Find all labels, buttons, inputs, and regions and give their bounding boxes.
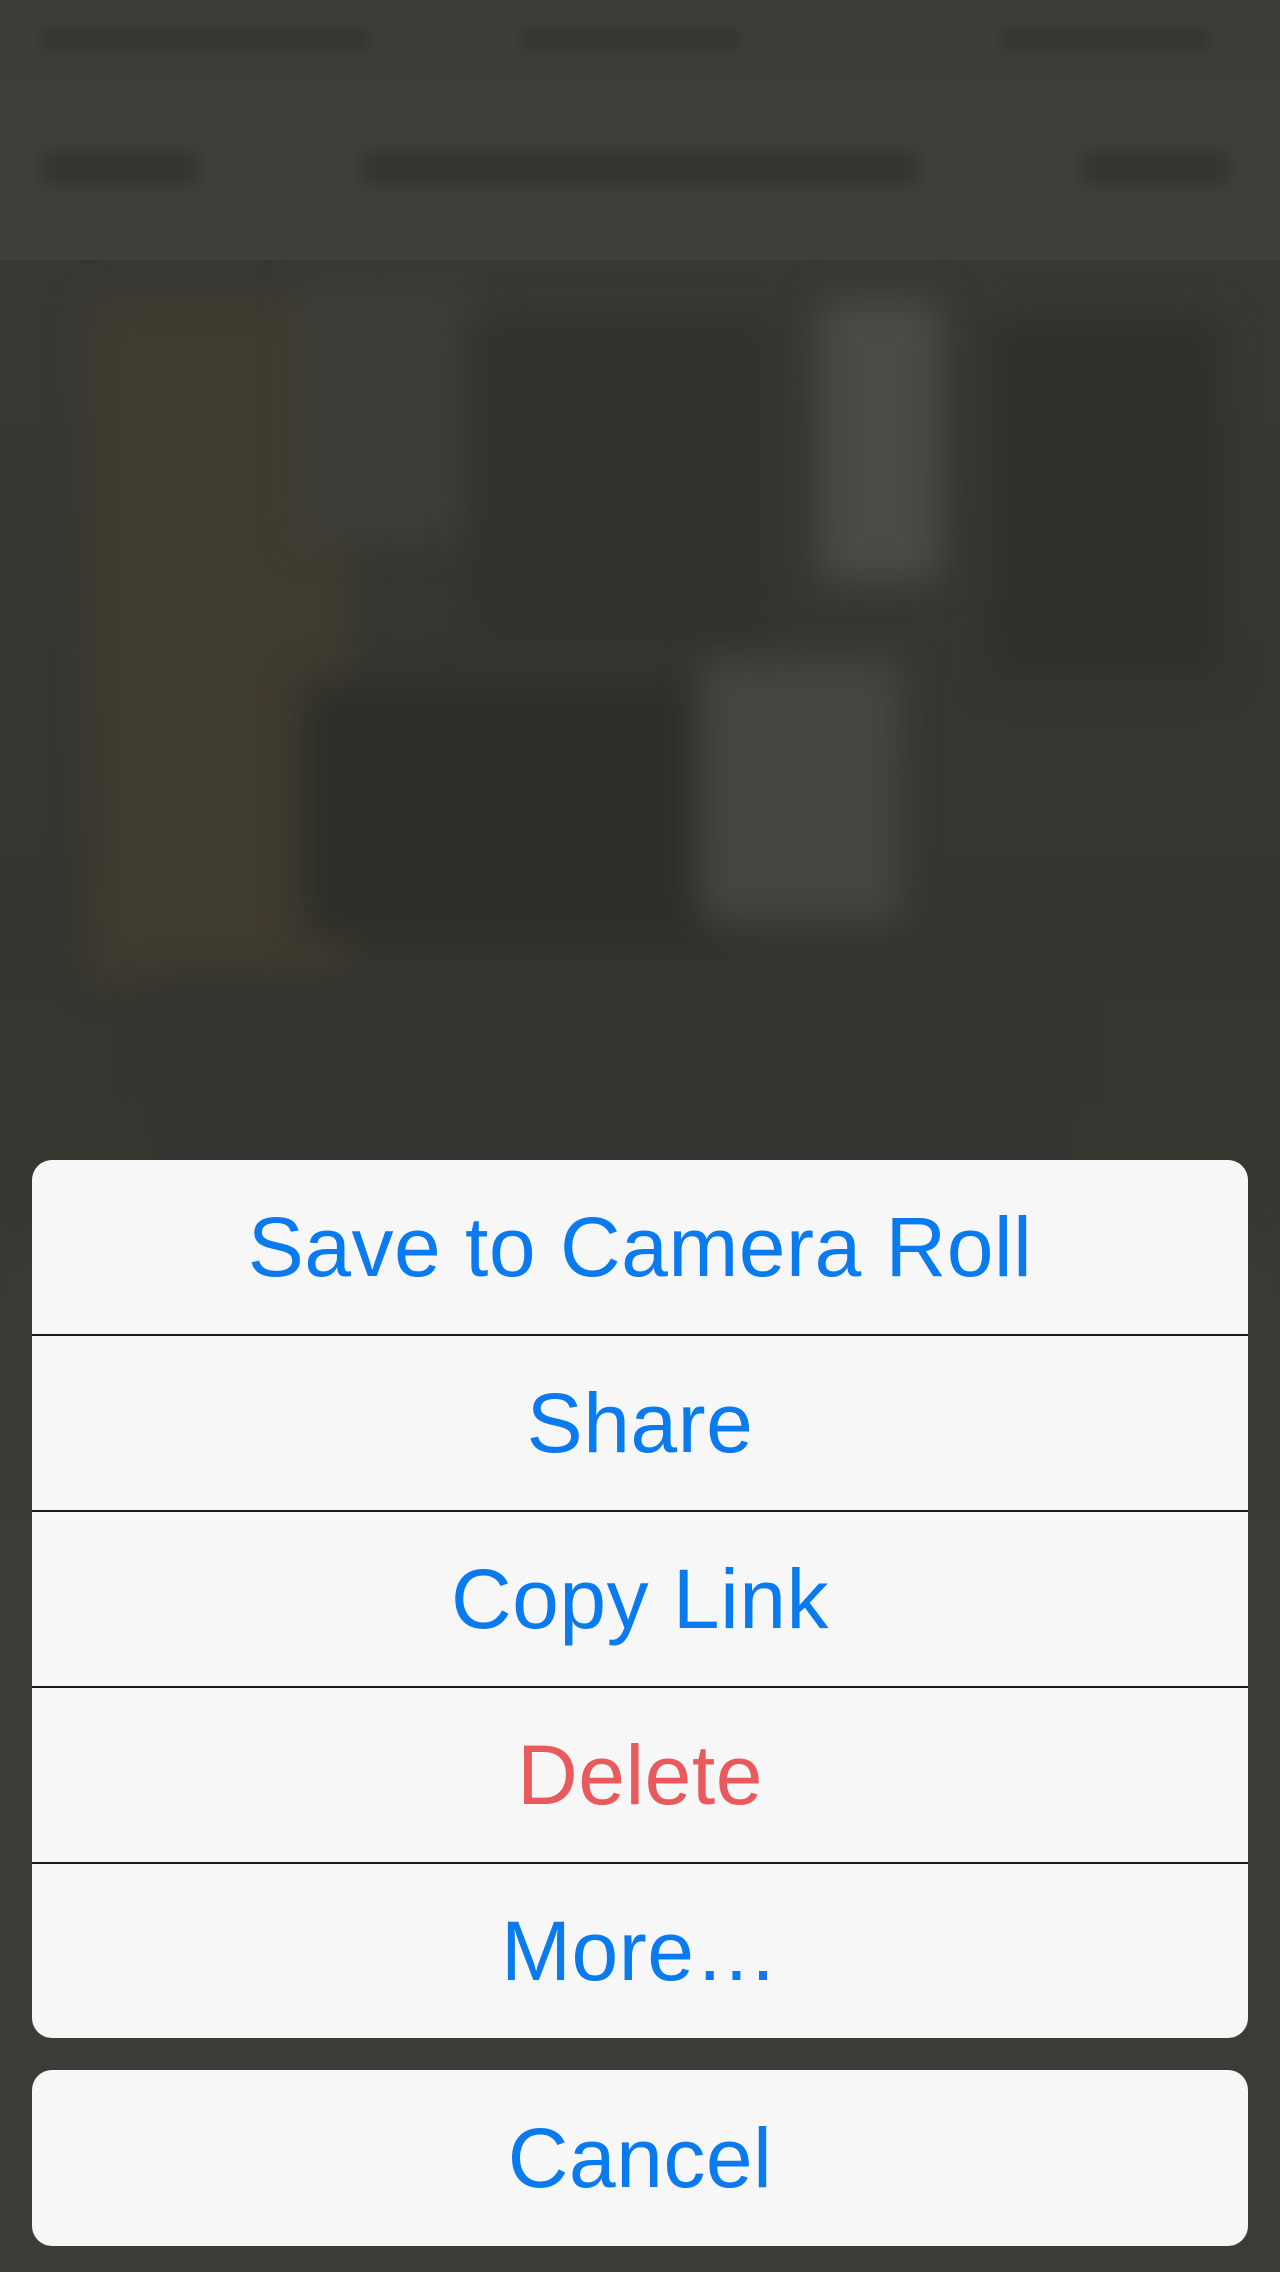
more-button[interactable]: More… [32,1864,1248,2038]
navigation-bar [0,80,1280,260]
copy-link-button[interactable]: Copy Link [32,1512,1248,1687]
nav-title-blur [360,150,920,186]
share-button[interactable]: Share [32,1336,1248,1511]
status-carrier-blur [40,28,370,50]
photo-shape [820,300,940,580]
photo-shape [990,320,1220,680]
delete-button[interactable]: Delete [32,1688,1248,1863]
save-to-camera-roll-button[interactable]: Save to Camera Roll [32,1160,1248,1335]
photo-shape [300,280,480,540]
cancel-button[interactable]: Cancel [32,2070,1248,2246]
nav-back-blur [40,150,200,186]
photo-shape [470,320,770,640]
status-battery-blur [1000,28,1210,50]
status-bar [0,0,1280,80]
status-time-blur [520,28,740,50]
action-sheet: Save to Camera Roll Share Copy Link Dele… [32,1160,1248,2038]
nav-action-blur [1080,150,1230,186]
photo-shape [300,680,720,940]
photo-shape [700,660,900,920]
